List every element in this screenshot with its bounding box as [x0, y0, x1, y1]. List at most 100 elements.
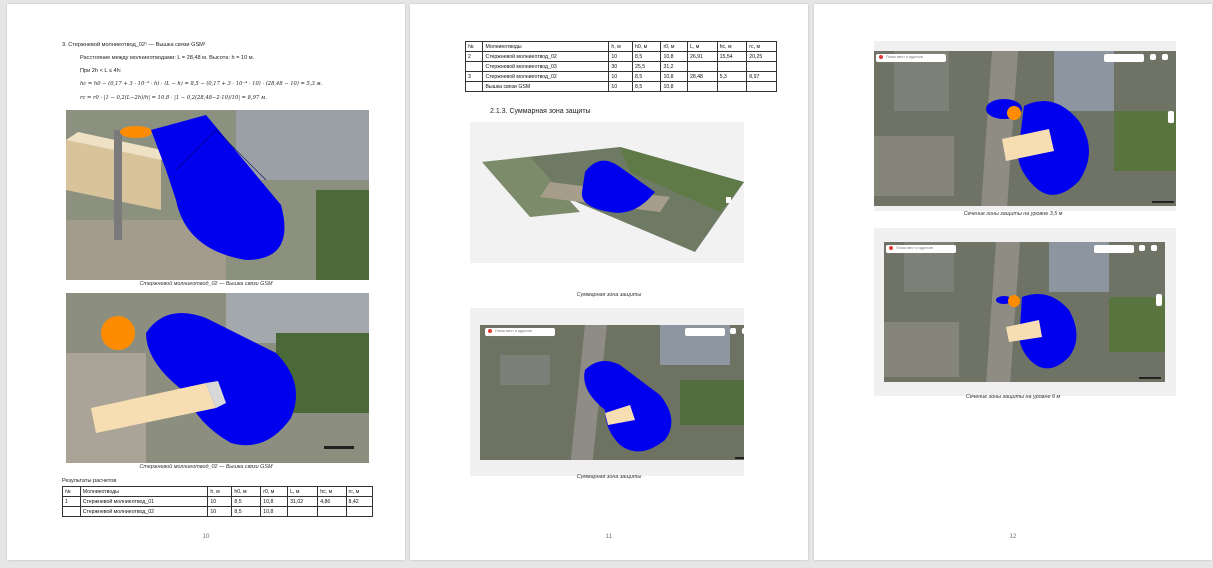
- table-cell: [746, 81, 777, 92]
- table-cell: 10: [608, 71, 633, 82]
- table-cell: 2: [464, 51, 484, 62]
- table-header-cell: h0, м: [631, 41, 662, 52]
- table-row: 3 Стержневой молниеотвод_02 10 8,5 10,8 …: [464, 71, 777, 82]
- page-number: 11: [605, 534, 613, 540]
- figure-caption-6: Сечение зоны защиты на уровне 6 м: [965, 394, 1061, 400]
- table-cell: [62, 506, 81, 517]
- table-header-cell: r0, м: [660, 41, 688, 52]
- table-header-row: № Молниеотводы h, м h0, м r0, м L, м hc,…: [62, 486, 374, 497]
- map-ruler-button[interactable]: [730, 328, 736, 334]
- map-zoom-control[interactable]: [1156, 294, 1162, 306]
- table-row: Стержневой молниеотвод_03 30 25,5 31,2: [464, 61, 777, 72]
- figure-caption-2: Стержневой молниеотвод_02 — Вышка связи …: [139, 464, 273, 470]
- table-cell: [464, 61, 484, 72]
- table-cell: Стержневой молниеотвод_03: [482, 61, 610, 72]
- map-search-box[interactable]: Поиск мест и адресов: [886, 245, 956, 253]
- map-layers-toolbar[interactable]: [685, 328, 725, 336]
- results-table-page10: № Молниеотводы h, м h0, м r0, м L, м hc,…: [62, 486, 374, 517]
- map-menu-button[interactable]: [1151, 245, 1157, 251]
- zone-3d-render-2: [66, 293, 369, 463]
- map-search-box[interactable]: Поиск мест и адресов: [485, 328, 555, 336]
- condition-line: При 2h < L ≤ 4h:: [80, 68, 122, 74]
- table-cell: 8,5: [631, 71, 662, 82]
- map-menu-button[interactable]: [742, 328, 744, 334]
- map-search-box[interactable]: Поиск мест и адресов: [876, 54, 946, 62]
- table-cell: [345, 506, 374, 517]
- section-heading: 3. Стержневой молниеотвод_02¹ — Вышка св…: [62, 42, 206, 48]
- summary-zone-perspective-render: [482, 147, 744, 252]
- table-cell: Стержневой молниеотвод_02: [482, 71, 610, 82]
- table-cell: 10: [608, 51, 633, 62]
- map-ruler-button[interactable]: [1139, 245, 1145, 251]
- summary-zone-perspective: [470, 122, 744, 263]
- table-cell: 4,86: [317, 496, 347, 507]
- table-row: 1 Стержневой молниеотвод_01 10 8,5 10,8 …: [62, 496, 374, 507]
- table-cell: 8,42: [345, 496, 374, 507]
- map-ruler-button[interactable]: [1150, 54, 1156, 60]
- zone-3d-view-2: [66, 293, 369, 463]
- table-cell: 5,3: [716, 71, 748, 82]
- map-satellite-render: [884, 242, 1165, 382]
- table-cell: 30: [608, 61, 633, 72]
- map-search-placeholder: Поиск мест и адресов: [886, 55, 923, 59]
- table-header-cell: №: [464, 41, 484, 52]
- table-header-cell: №: [62, 486, 81, 497]
- page-number: 10: [202, 534, 210, 540]
- zone-3d-render-1: [66, 110, 369, 280]
- table-header-cell: Молниеотводы: [79, 486, 209, 497]
- table-cell: 28,48: [686, 71, 718, 82]
- figure-caption-3: Суммарная зона защиты: [576, 292, 642, 298]
- table-cell: 10: [608, 81, 633, 92]
- table-row: Стержневой молниеотвод_02 10 8,5 10,8: [62, 506, 374, 517]
- section-3-5m-frame: Поиск мест и адресов: [874, 41, 1176, 211]
- formula-hc: hc = h0 − (0,17 + 3 · 10⁻⁴ · h) · (L − h…: [80, 81, 323, 87]
- table-header-cell: h, м: [608, 41, 633, 52]
- table-cell: [716, 61, 748, 72]
- document-page-11: № Молниеотводы h, м h0, м r0, м L, м hc,…: [410, 4, 808, 560]
- table-cell: [746, 61, 777, 72]
- table-cell: [287, 506, 319, 517]
- map-search-placeholder: Поиск мест и адресов: [495, 329, 532, 333]
- map-zoom-control[interactable]: [1168, 111, 1174, 123]
- table-cell: 10,8: [660, 71, 688, 82]
- table-cell: Стержневой молниеотвод_01: [79, 496, 209, 507]
- map-satellite-render: [874, 51, 1176, 206]
- table-cell: 25,5: [631, 61, 662, 72]
- map-layers-toolbar[interactable]: [1094, 245, 1134, 253]
- map-layers-toolbar[interactable]: [1104, 54, 1144, 62]
- table-cell: 15,54: [716, 51, 748, 62]
- subsection-heading: 2.1.3. Суммарная зона защиты: [490, 108, 591, 115]
- table-cell: 8,5: [631, 81, 662, 92]
- summary-zone-map-frame: Поиск мест и адресов: [470, 308, 744, 476]
- table-header-cell: hc, м: [716, 41, 748, 52]
- map-pin-icon: [488, 329, 492, 333]
- table-header-cell: h0, м: [231, 486, 262, 497]
- table-cell: 31,02: [287, 496, 319, 507]
- zone-3d-view-1: [66, 110, 369, 280]
- table-cell: 10: [207, 506, 233, 517]
- table-cell: 10,8: [660, 81, 688, 92]
- table-header-cell: r0, м: [260, 486, 289, 497]
- table-cell: 3: [464, 71, 484, 82]
- map-pin-icon: [889, 246, 893, 250]
- table-cell: 10,8: [660, 51, 688, 62]
- table-cell: 20,25: [746, 51, 777, 62]
- results-heading: Результаты расчетов: [62, 478, 117, 484]
- formula-rc: rc = r0 · |1 − 0,2(L−2h)/h| = 10,8 · |1 …: [80, 95, 267, 101]
- table-cell: 8,97: [746, 71, 777, 82]
- figure-caption-5: Сечение зоны защиты на уровне 3,5 м: [963, 211, 1063, 217]
- map-menu-button[interactable]: [1162, 54, 1168, 60]
- table-cell: [464, 81, 484, 92]
- map-satellite-render: [480, 325, 744, 460]
- page-number: 12: [1009, 534, 1017, 540]
- table-cell: [686, 81, 718, 92]
- distance-line: Расстояние между молниеотводами: L = 28,…: [80, 55, 255, 61]
- table-row: 2 Стержневой молниеотвод_02 10 8,5 10,8 …: [464, 51, 777, 62]
- table-cell: 8,5: [231, 506, 262, 517]
- table-header-row: № Молниеотводы h, м h0, м r0, м L, м hc,…: [464, 41, 777, 52]
- table-cell: [317, 506, 347, 517]
- table-cell: 10,8: [260, 506, 289, 517]
- table-header-cell: h, м: [207, 486, 233, 497]
- table-cell: 31,2: [660, 61, 688, 72]
- table-cell: Стержневой молниеотвод_02: [79, 506, 209, 517]
